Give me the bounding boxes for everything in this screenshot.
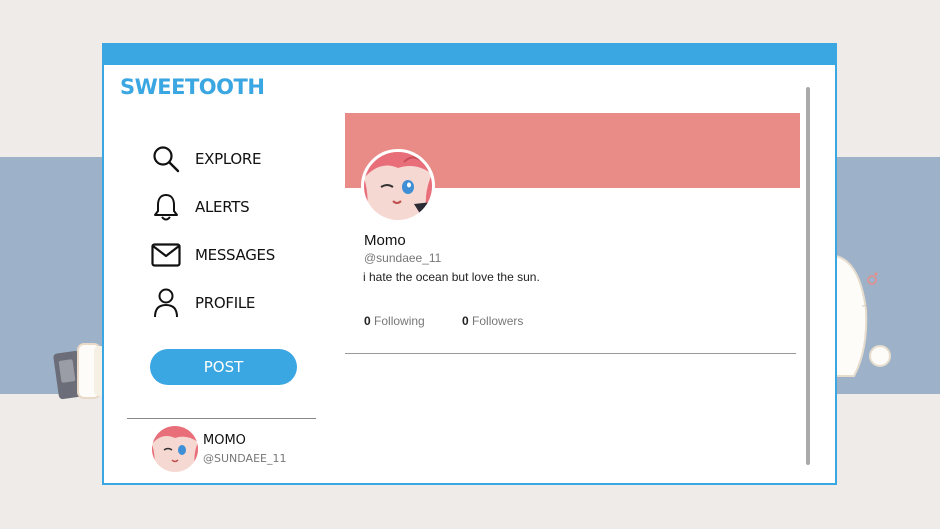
following-label: Following (374, 314, 425, 328)
profile-bio: i hate the ocean but love the sun. (363, 270, 540, 284)
brand-logo[interactable]: SWEETOOTH (120, 75, 265, 99)
app-window: SWEETOOTH EXPLORE ALERTS MESSAGES PROFIL… (102, 43, 837, 485)
scrollbar[interactable] (806, 87, 810, 465)
nav-item-explore[interactable]: EXPLORE (150, 143, 320, 175)
nav-label: MESSAGES (195, 246, 275, 264)
profile-handle: @sundaee_11 (364, 251, 442, 265)
mascot-hand-decoration (53, 343, 106, 400)
following-count: 0 (364, 314, 371, 328)
window-titlebar (104, 45, 835, 65)
profile-divider (345, 353, 796, 354)
nav-label: PROFILE (195, 294, 256, 312)
bell-icon (150, 191, 182, 223)
mascot-bunny-decoration: ♪ ~ (835, 254, 891, 377)
current-user-name[interactable]: MOMO (203, 433, 246, 448)
post-button[interactable]: POST (150, 349, 297, 385)
followers-stat[interactable]: 0 Followers (462, 314, 523, 328)
nav-item-messages[interactable]: MESSAGES (150, 239, 320, 271)
followers-count: 0 (462, 314, 469, 328)
profile-name: Momo (364, 232, 406, 249)
profile-avatar[interactable] (361, 149, 435, 223)
nav-label: EXPLORE (195, 150, 262, 168)
user-icon (150, 287, 182, 319)
nav-label: ALERTS (195, 198, 250, 216)
sidebar-divider (127, 418, 316, 419)
current-user-handle: @SUNDAEE_11 (203, 452, 287, 465)
avatar[interactable] (152, 426, 198, 472)
mail-icon (150, 239, 182, 271)
search-icon (150, 143, 182, 175)
following-stat[interactable]: 0 Following (364, 314, 425, 328)
nav-item-profile[interactable]: PROFILE (150, 287, 320, 319)
followers-label: Followers (472, 314, 524, 328)
nav-item-alerts[interactable]: ALERTS (150, 191, 320, 223)
